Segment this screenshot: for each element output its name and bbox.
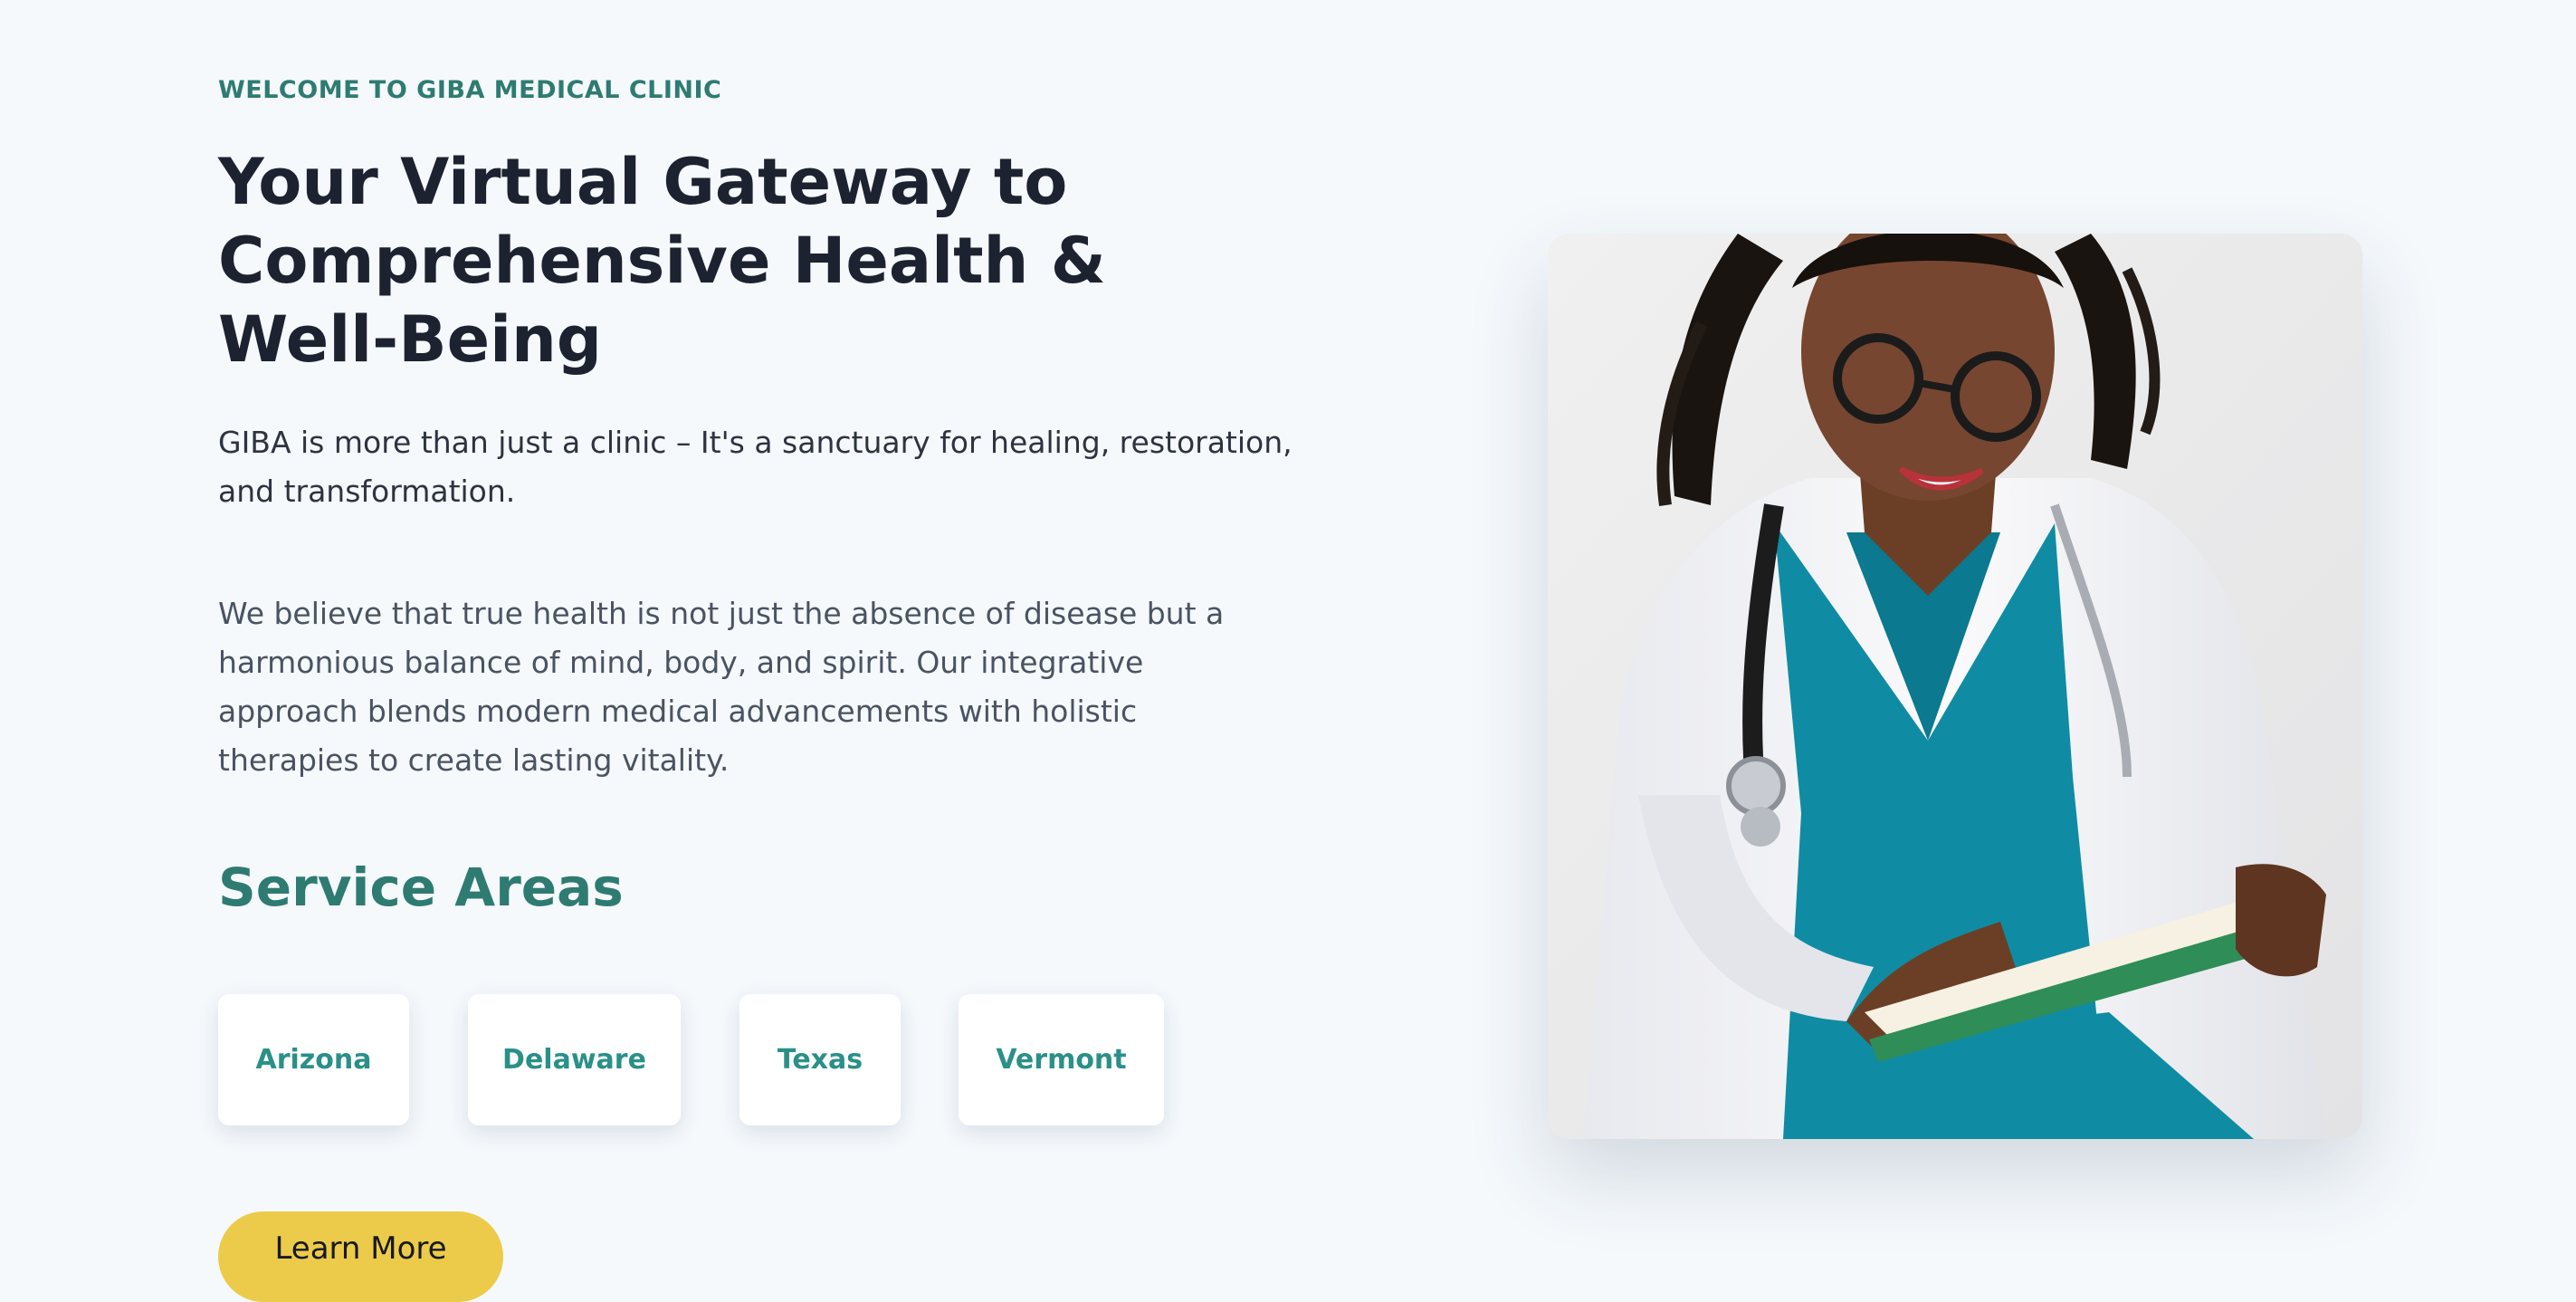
hero-headline: Your Virtual Gateway to Comprehensive He… (218, 145, 1106, 377)
hero-lead-text: GIBA is more than just a clinic – It's a… (218, 425, 1293, 509)
service-area-texas[interactable]: Texas (739, 994, 901, 1125)
doctor-photo (1548, 234, 2362, 1139)
service-area-delaware[interactable]: Delaware (468, 994, 681, 1125)
hero-body-text: We believe that true health is not just … (218, 596, 1225, 778)
welcome-eyebrow: WELCOME TO GIBA MEDICAL CLINIC (218, 76, 722, 104)
doctor-illustration (1548, 234, 2362, 1139)
service-area-arizona[interactable]: Arizona (218, 994, 409, 1125)
learn-more-button[interactable]: Learn More (218, 1211, 503, 1302)
service-areas-heading: Service Areas (218, 857, 624, 918)
service-area-vermont[interactable]: Vermont (959, 994, 1164, 1125)
